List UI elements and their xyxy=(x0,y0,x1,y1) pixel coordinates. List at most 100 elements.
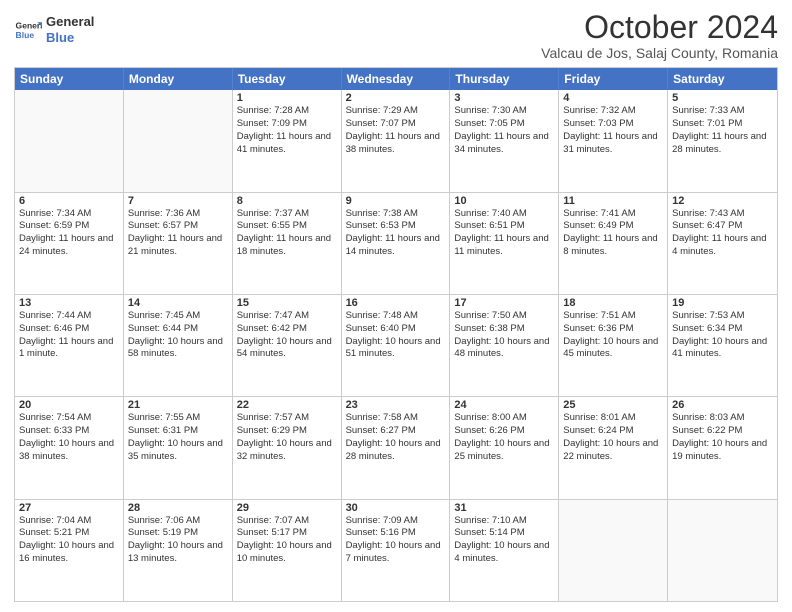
calendar-header-row: SundayMondayTuesdayWednesdayThursdayFrid… xyxy=(15,68,777,90)
cal-week-1: 1Sunrise: 7:28 AMSunset: 7:09 PMDaylight… xyxy=(15,90,777,191)
daylight-text: Daylight: 10 hours and 4 minutes. xyxy=(454,540,554,566)
sunrise-text: Sunrise: 7:54 AM xyxy=(19,412,119,425)
sunset-text: Sunset: 5:17 PM xyxy=(237,527,337,540)
daylight-text: Daylight: 11 hours and 24 minutes. xyxy=(19,233,119,259)
day-number: 17 xyxy=(454,297,554,309)
daylight-text: Daylight: 10 hours and 41 minutes. xyxy=(672,336,773,362)
sunset-text: Sunset: 5:21 PM xyxy=(19,527,119,540)
daylight-text: Daylight: 10 hours and 51 minutes. xyxy=(346,336,446,362)
sunrise-text: Sunrise: 7:32 AM xyxy=(563,105,663,118)
cal-week-4: 20Sunrise: 7:54 AMSunset: 6:33 PMDayligh… xyxy=(15,396,777,498)
day-number: 3 xyxy=(454,92,554,104)
day-number: 10 xyxy=(454,195,554,207)
sunrise-text: Sunrise: 7:43 AM xyxy=(672,208,773,221)
sunset-text: Sunset: 6:36 PM xyxy=(563,323,663,336)
day-number: 4 xyxy=(563,92,663,104)
daylight-text: Daylight: 11 hours and 8 minutes. xyxy=(563,233,663,259)
sunset-text: Sunset: 6:53 PM xyxy=(346,220,446,233)
sunrise-text: Sunrise: 7:04 AM xyxy=(19,515,119,528)
sunrise-text: Sunrise: 7:09 AM xyxy=(346,515,446,528)
cal-cell: 15Sunrise: 7:47 AMSunset: 6:42 PMDayligh… xyxy=(233,295,342,396)
cal-cell: 5Sunrise: 7:33 AMSunset: 7:01 PMDaylight… xyxy=(668,90,777,191)
sunrise-text: Sunrise: 7:06 AM xyxy=(128,515,228,528)
sunset-text: Sunset: 5:16 PM xyxy=(346,527,446,540)
page: General Blue General Blue October 2024 V… xyxy=(0,0,792,612)
cal-cell: 23Sunrise: 7:58 AMSunset: 6:27 PMDayligh… xyxy=(342,397,451,498)
sunset-text: Sunset: 7:07 PM xyxy=(346,118,446,131)
cal-cell xyxy=(668,500,777,601)
cal-cell: 31Sunrise: 7:10 AMSunset: 5:14 PMDayligh… xyxy=(450,500,559,601)
sunrise-text: Sunrise: 7:53 AM xyxy=(672,310,773,323)
day-number: 29 xyxy=(237,502,337,514)
logo-icon: General Blue xyxy=(14,16,42,44)
sunrise-text: Sunrise: 7:50 AM xyxy=(454,310,554,323)
cal-cell xyxy=(124,90,233,191)
daylight-text: Daylight: 11 hours and 1 minute. xyxy=(19,336,119,362)
sunrise-text: Sunrise: 7:40 AM xyxy=(454,208,554,221)
daylight-text: Daylight: 10 hours and 38 minutes. xyxy=(19,438,119,464)
day-number: 5 xyxy=(672,92,773,104)
calendar: SundayMondayTuesdayWednesdayThursdayFrid… xyxy=(14,67,778,602)
sunrise-text: Sunrise: 7:38 AM xyxy=(346,208,446,221)
daylight-text: Daylight: 10 hours and 48 minutes. xyxy=(454,336,554,362)
cal-cell: 19Sunrise: 7:53 AMSunset: 6:34 PMDayligh… xyxy=(668,295,777,396)
daylight-text: Daylight: 11 hours and 41 minutes. xyxy=(237,131,337,157)
day-number: 30 xyxy=(346,502,446,514)
cal-cell: 1Sunrise: 7:28 AMSunset: 7:09 PMDaylight… xyxy=(233,90,342,191)
sunset-text: Sunset: 6:26 PM xyxy=(454,425,554,438)
sunset-text: Sunset: 6:55 PM xyxy=(237,220,337,233)
sunrise-text: Sunrise: 7:57 AM xyxy=(237,412,337,425)
title-section: October 2024 Valcau de Jos, Salaj County… xyxy=(541,10,778,61)
sunrise-text: Sunrise: 7:10 AM xyxy=(454,515,554,528)
cal-cell: 24Sunrise: 8:00 AMSunset: 6:26 PMDayligh… xyxy=(450,397,559,498)
sunset-text: Sunset: 6:27 PM xyxy=(346,425,446,438)
cal-cell: 21Sunrise: 7:55 AMSunset: 6:31 PMDayligh… xyxy=(124,397,233,498)
day-number: 1 xyxy=(237,92,337,104)
daylight-text: Daylight: 10 hours and 22 minutes. xyxy=(563,438,663,464)
day-number: 15 xyxy=(237,297,337,309)
cal-cell: 13Sunrise: 7:44 AMSunset: 6:46 PMDayligh… xyxy=(15,295,124,396)
daylight-text: Daylight: 10 hours and 54 minutes. xyxy=(237,336,337,362)
day-number: 20 xyxy=(19,399,119,411)
cal-header-friday: Friday xyxy=(559,68,668,90)
cal-cell: 14Sunrise: 7:45 AMSunset: 6:44 PMDayligh… xyxy=(124,295,233,396)
sunrise-text: Sunrise: 7:30 AM xyxy=(454,105,554,118)
sunrise-text: Sunrise: 7:48 AM xyxy=(346,310,446,323)
cal-cell xyxy=(559,500,668,601)
sunset-text: Sunset: 6:40 PM xyxy=(346,323,446,336)
daylight-text: Daylight: 10 hours and 25 minutes. xyxy=(454,438,554,464)
cal-cell: 8Sunrise: 7:37 AMSunset: 6:55 PMDaylight… xyxy=(233,193,342,294)
sunrise-text: Sunrise: 7:33 AM xyxy=(672,105,773,118)
daylight-text: Daylight: 11 hours and 4 minutes. xyxy=(672,233,773,259)
daylight-text: Daylight: 11 hours and 31 minutes. xyxy=(563,131,663,157)
daylight-text: Daylight: 11 hours and 38 minutes. xyxy=(346,131,446,157)
daylight-text: Daylight: 10 hours and 58 minutes. xyxy=(128,336,228,362)
day-number: 27 xyxy=(19,502,119,514)
day-number: 22 xyxy=(237,399,337,411)
daylight-text: Daylight: 11 hours and 34 minutes. xyxy=(454,131,554,157)
cal-cell: 7Sunrise: 7:36 AMSunset: 6:57 PMDaylight… xyxy=(124,193,233,294)
daylight-text: Daylight: 10 hours and 35 minutes. xyxy=(128,438,228,464)
sunset-text: Sunset: 6:29 PM xyxy=(237,425,337,438)
sunrise-text: Sunrise: 7:45 AM xyxy=(128,310,228,323)
cal-header-thursday: Thursday xyxy=(450,68,559,90)
cal-cell: 20Sunrise: 7:54 AMSunset: 6:33 PMDayligh… xyxy=(15,397,124,498)
daylight-text: Daylight: 10 hours and 45 minutes. xyxy=(563,336,663,362)
day-number: 13 xyxy=(19,297,119,309)
sunrise-text: Sunrise: 7:29 AM xyxy=(346,105,446,118)
cal-header-wednesday: Wednesday xyxy=(342,68,451,90)
sunrise-text: Sunrise: 7:28 AM xyxy=(237,105,337,118)
daylight-text: Daylight: 10 hours and 10 minutes. xyxy=(237,540,337,566)
sunrise-text: Sunrise: 7:55 AM xyxy=(128,412,228,425)
sunset-text: Sunset: 6:47 PM xyxy=(672,220,773,233)
cal-cell: 26Sunrise: 8:03 AMSunset: 6:22 PMDayligh… xyxy=(668,397,777,498)
cal-cell: 16Sunrise: 7:48 AMSunset: 6:40 PMDayligh… xyxy=(342,295,451,396)
sunset-text: Sunset: 7:09 PM xyxy=(237,118,337,131)
daylight-text: Daylight: 11 hours and 28 minutes. xyxy=(672,131,773,157)
day-number: 11 xyxy=(563,195,663,207)
sunrise-text: Sunrise: 7:36 AM xyxy=(128,208,228,221)
sunrise-text: Sunrise: 8:03 AM xyxy=(672,412,773,425)
day-number: 9 xyxy=(346,195,446,207)
day-number: 25 xyxy=(563,399,663,411)
daylight-text: Daylight: 11 hours and 18 minutes. xyxy=(237,233,337,259)
